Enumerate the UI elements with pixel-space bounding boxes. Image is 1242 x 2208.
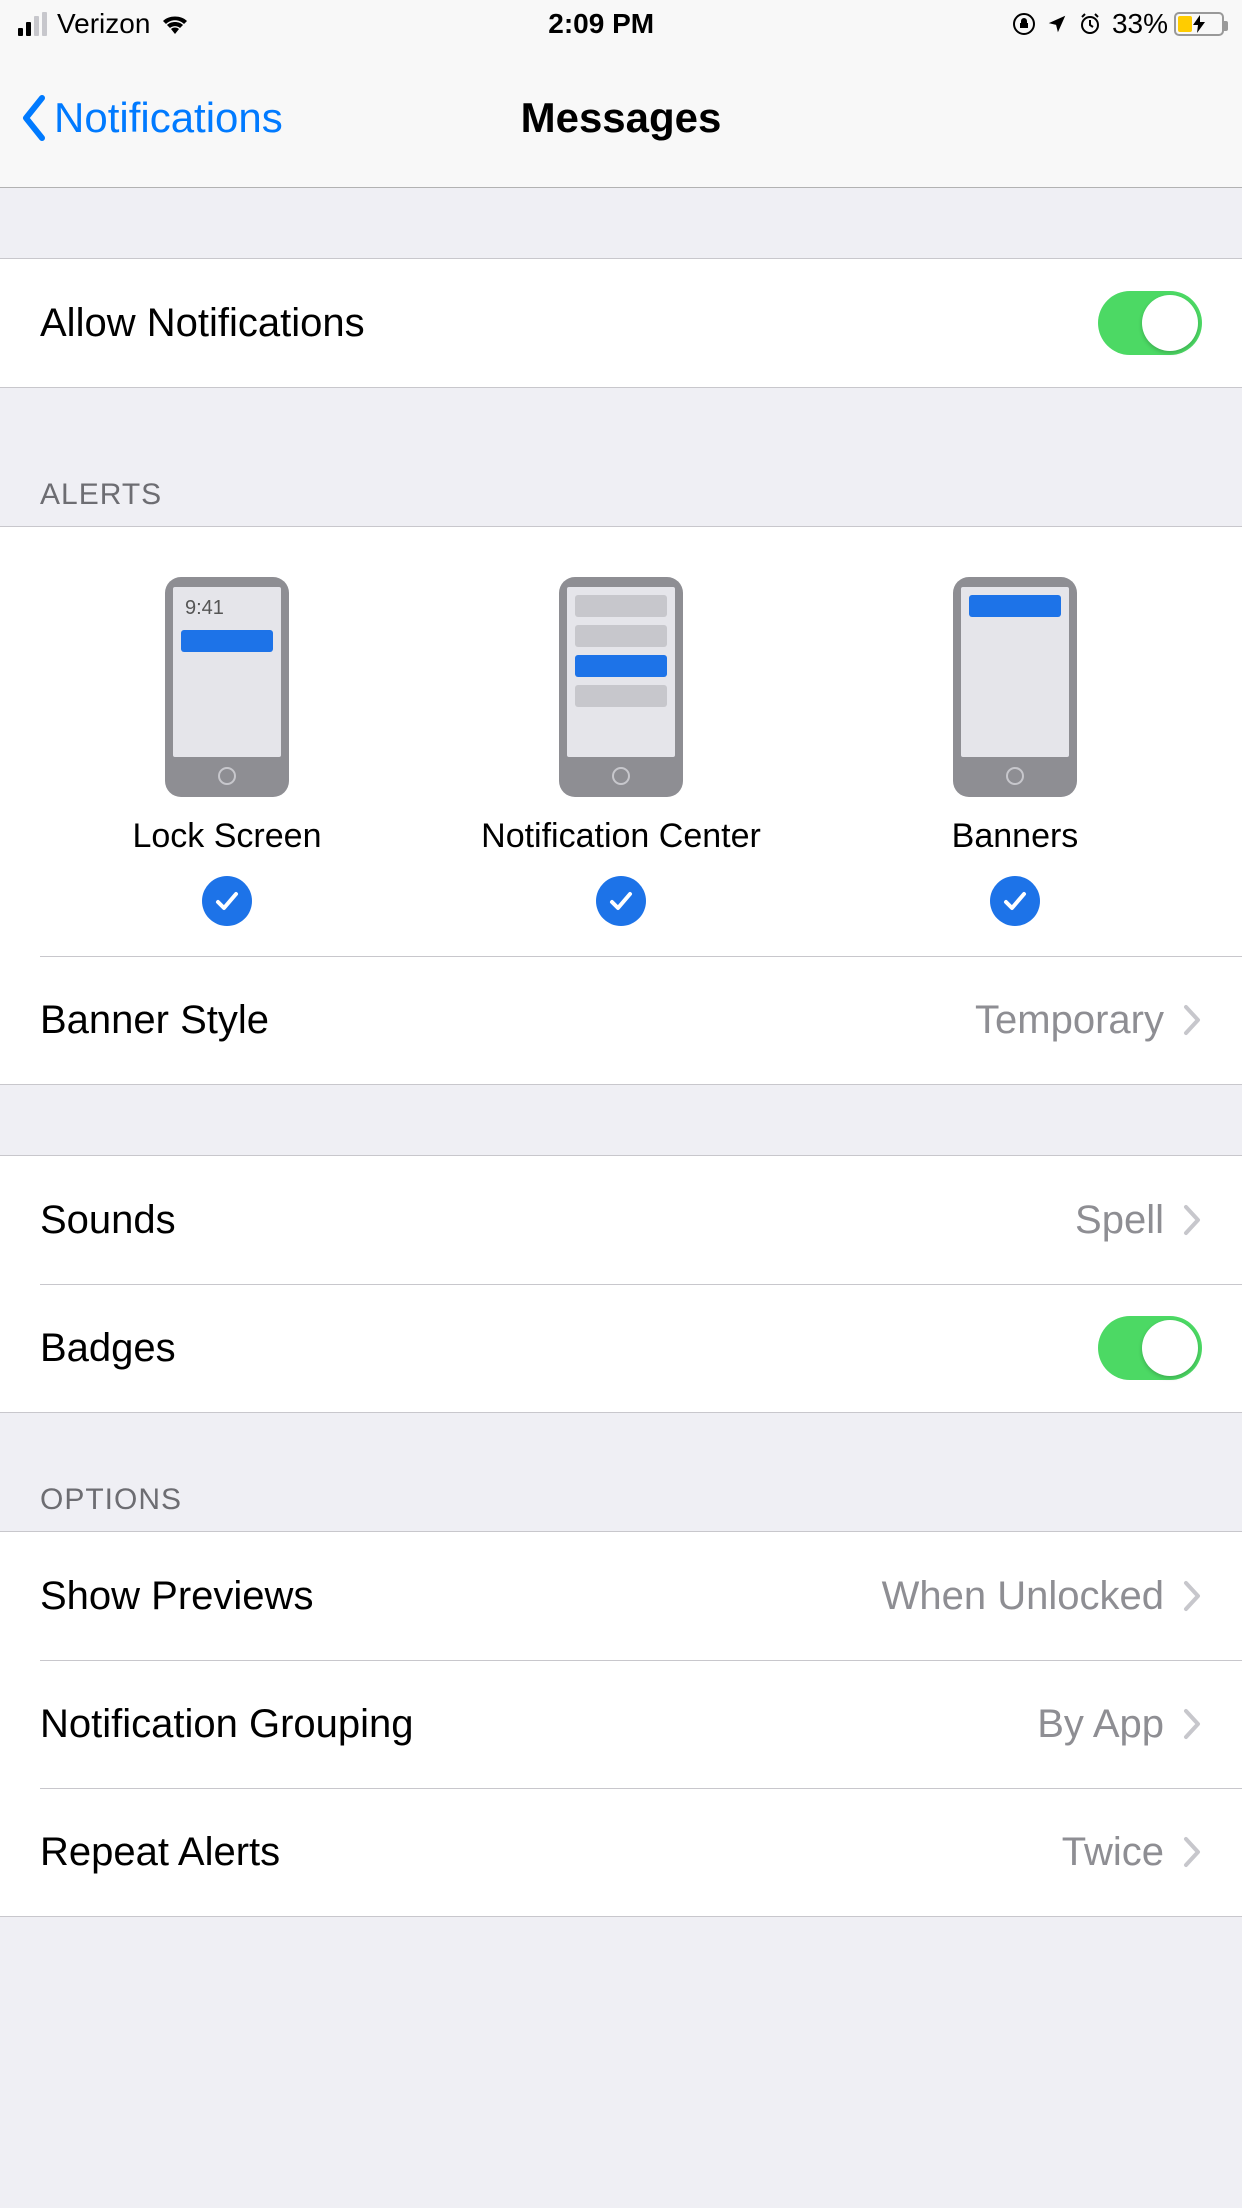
wifi-icon: [160, 13, 190, 35]
allow-notifications-label: Allow Notifications: [40, 301, 1098, 346]
lock-screen-preview-icon: 9:41: [165, 577, 289, 797]
notification-grouping-label: Notification Grouping: [40, 1702, 1037, 1747]
chevron-right-icon: [1182, 1835, 1202, 1869]
options-header: OPTIONS: [0, 1413, 1242, 1531]
charging-icon: [1193, 8, 1205, 40]
chevron-right-icon: [1182, 1579, 1202, 1613]
battery-indicator: 33%: [1112, 8, 1224, 40]
badges-row: Badges: [0, 1284, 1242, 1412]
status-time: 2:09 PM: [548, 8, 654, 40]
sounds-label: Sounds: [40, 1198, 1075, 1243]
allow-notifications-toggle[interactable]: [1098, 291, 1202, 355]
sounds-badges-section: Sounds Spell Badges: [0, 1155, 1242, 1413]
location-icon: [1046, 13, 1068, 35]
sounds-row[interactable]: Sounds Spell: [0, 1156, 1242, 1284]
repeat-alerts-row[interactable]: Repeat Alerts Twice: [0, 1788, 1242, 1916]
nav-bar: Notifications Messages: [0, 48, 1242, 188]
allow-section: Allow Notifications: [0, 258, 1242, 388]
banner-style-label: Banner Style: [40, 998, 975, 1043]
alerts-panel: 9:41 Lock Screen Notificatio: [0, 526, 1242, 1085]
repeat-alerts-value: Twice: [1062, 1830, 1164, 1875]
page-title: Messages: [521, 94, 722, 142]
banners-preview-icon: [953, 577, 1077, 797]
chevron-right-icon: [1182, 1003, 1202, 1037]
status-left: Verizon: [18, 8, 190, 40]
back-label: Notifications: [54, 94, 283, 142]
signal-strength-icon: [18, 12, 47, 36]
notification-center-preview-icon: [559, 577, 683, 797]
show-previews-value: When Unlocked: [882, 1574, 1164, 1619]
status-bar: Verizon 2:09 PM 33%: [0, 0, 1242, 48]
alert-type-label: Lock Screen: [132, 817, 321, 856]
badges-label: Badges: [40, 1326, 1098, 1371]
battery-percent: 33%: [1112, 8, 1168, 40]
allow-notifications-row: Allow Notifications: [0, 259, 1242, 387]
banner-style-row[interactable]: Banner Style Temporary: [0, 956, 1242, 1084]
badges-toggle[interactable]: [1098, 1316, 1202, 1380]
chevron-right-icon: [1182, 1707, 1202, 1741]
notification-grouping-value: By App: [1037, 1702, 1164, 1747]
show-previews-label: Show Previews: [40, 1574, 882, 1619]
alert-type-label: Notification Center: [481, 817, 761, 856]
alert-type-notification-center[interactable]: Notification Center: [426, 577, 816, 926]
sounds-value: Spell: [1075, 1198, 1164, 1243]
alert-types: 9:41 Lock Screen Notificatio: [0, 527, 1242, 956]
alarm-icon: [1078, 12, 1102, 36]
checkmark-icon: [990, 876, 1040, 926]
repeat-alerts-label: Repeat Alerts: [40, 1830, 1062, 1875]
alert-type-lock-screen[interactable]: 9:41 Lock Screen: [32, 577, 422, 926]
battery-icon: [1174, 12, 1224, 36]
checkmark-icon: [202, 876, 252, 926]
alert-type-label: Banners: [952, 817, 1079, 856]
status-right: 33%: [1012, 8, 1224, 40]
preview-time: 9:41: [181, 595, 273, 622]
carrier-label: Verizon: [57, 8, 150, 40]
options-section: Show Previews When Unlocked Notification…: [0, 1531, 1242, 1917]
alerts-header: ALERTS: [0, 388, 1242, 526]
show-previews-row[interactable]: Show Previews When Unlocked: [0, 1532, 1242, 1660]
rotation-lock-icon: [1012, 12, 1036, 36]
chevron-left-icon: [20, 94, 48, 142]
banner-style-value: Temporary: [975, 998, 1164, 1043]
back-button[interactable]: Notifications: [20, 94, 283, 142]
chevron-right-icon: [1182, 1203, 1202, 1237]
alert-type-banners[interactable]: Banners: [820, 577, 1210, 926]
notification-grouping-row[interactable]: Notification Grouping By App: [0, 1660, 1242, 1788]
checkmark-icon: [596, 876, 646, 926]
